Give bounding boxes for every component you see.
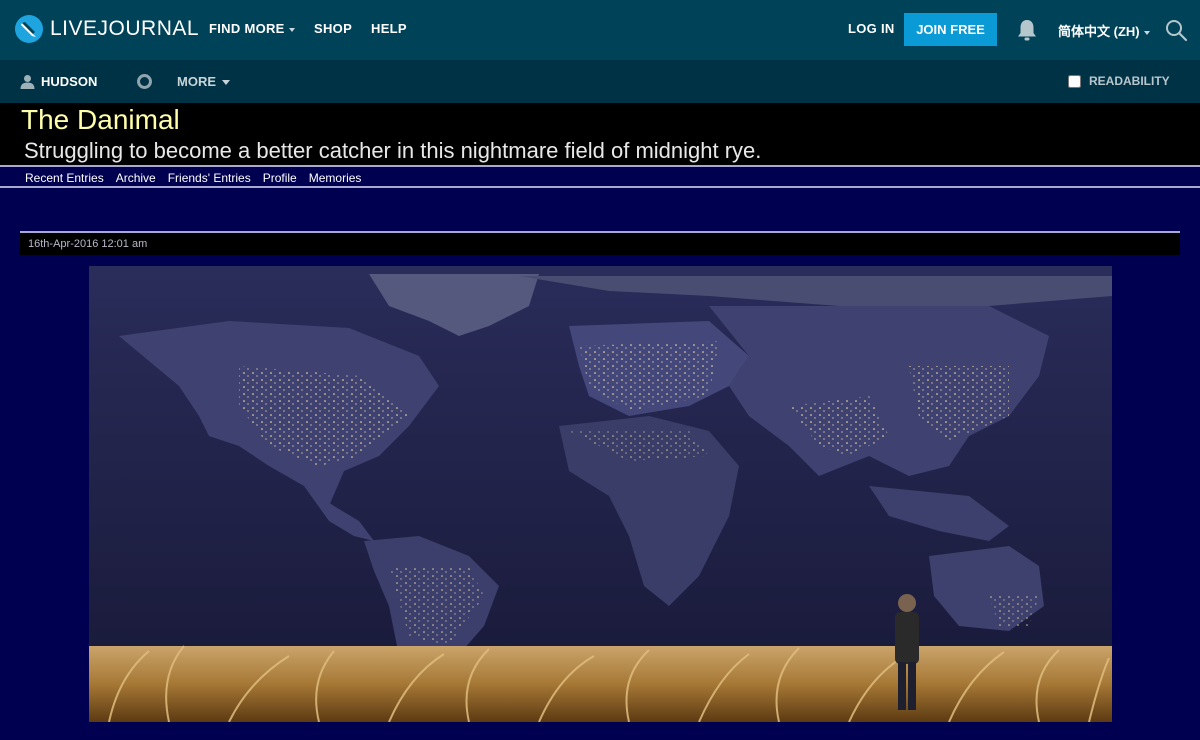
top-navigation-bar: LIVEJOURNAL FIND MORE SHOP HELP LOG IN J… bbox=[0, 0, 1200, 60]
link-friends-entries[interactable]: Friends' Entries bbox=[168, 171, 251, 185]
readability-checkbox[interactable] bbox=[1068, 74, 1081, 88]
nav-shop-label: SHOP bbox=[314, 21, 353, 36]
link-archive[interactable]: Archive bbox=[116, 171, 156, 185]
readability-toggle[interactable]: READABILITY bbox=[1068, 74, 1170, 88]
language-label: 简体中文 (ZH) bbox=[1058, 24, 1140, 39]
readability-label: READABILITY bbox=[1089, 74, 1170, 88]
search-icon[interactable] bbox=[1164, 18, 1188, 42]
join-free-button[interactable]: JOIN FREE bbox=[904, 13, 997, 46]
more-label: MORE bbox=[177, 74, 216, 89]
entry-date: 16th-Apr-2016 12:01 am bbox=[20, 233, 1180, 255]
livejournal-logo[interactable]: LIVEJOURNAL bbox=[14, 14, 199, 44]
username: HUDSON bbox=[41, 74, 98, 89]
livejournal-logo-icon bbox=[15, 15, 43, 43]
login-link[interactable]: LOG IN bbox=[848, 21, 895, 36]
world-map-night-image bbox=[89, 266, 1112, 722]
caret-down-icon bbox=[288, 27, 295, 32]
link-recent-entries[interactable]: Recent Entries bbox=[25, 171, 104, 185]
link-profile[interactable]: Profile bbox=[263, 171, 297, 185]
journal-user-link[interactable]: HUDSON bbox=[20, 74, 97, 89]
journal-subnav: HUDSON MORE READABILITY bbox=[0, 60, 1200, 103]
link-memories[interactable]: Memories bbox=[309, 171, 362, 185]
user-icon bbox=[20, 75, 35, 89]
journal-header: The Danimal Struggling to become a bette… bbox=[0, 103, 1200, 166]
bell-icon[interactable] bbox=[1016, 18, 1038, 42]
spinner-icon bbox=[137, 74, 152, 89]
nav-find-more-label: FIND MORE bbox=[209, 21, 285, 36]
logo-text: LIVEJOURNAL bbox=[50, 17, 200, 40]
journal-subtitle: Struggling to become a better catcher in… bbox=[24, 138, 762, 163]
journal-links: Recent Entries Archive Friends' Entries … bbox=[0, 168, 1200, 187]
caret-down-icon bbox=[222, 80, 230, 86]
more-menu[interactable]: MORE bbox=[177, 74, 230, 89]
entry-image-world-at-night[interactable] bbox=[89, 266, 1112, 722]
links-divider bbox=[0, 186, 1200, 188]
header-divider bbox=[0, 165, 1200, 167]
nav-find-more[interactable]: FIND MORE bbox=[209, 21, 295, 36]
nav-shop[interactable]: SHOP bbox=[314, 21, 352, 36]
nav-help[interactable]: HELP bbox=[371, 21, 407, 36]
language-selector[interactable]: 简体中文 (ZH) bbox=[1058, 21, 1150, 40]
journal-title[interactable]: The Danimal bbox=[21, 104, 180, 136]
caret-down-icon bbox=[1143, 30, 1150, 35]
nav-help-label: HELP bbox=[371, 21, 407, 36]
